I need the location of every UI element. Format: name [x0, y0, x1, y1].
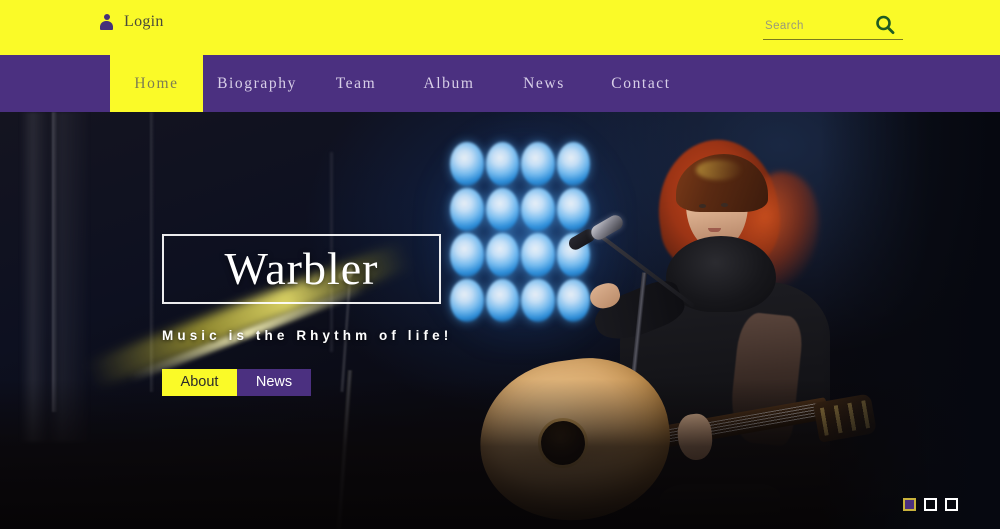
search-icon: [876, 15, 895, 35]
nav-item-contact[interactable]: Contact: [591, 55, 691, 112]
nav-list: Home Biography Team Album News Contact: [0, 55, 1000, 112]
hero-tagline: Music is the Rhythm of life!: [162, 328, 453, 343]
slider-dot-2[interactable]: [924, 498, 937, 511]
hero-title-box: Warbler: [162, 234, 441, 304]
hero-right-vignette: [820, 112, 1000, 529]
login-button[interactable]: Login: [100, 13, 164, 31]
person-icon: [100, 14, 113, 30]
nav-item-team[interactable]: Team: [311, 55, 401, 112]
login-label: Login: [124, 13, 164, 30]
search-button[interactable]: [873, 13, 897, 37]
slider-dot-3[interactable]: [945, 498, 958, 511]
nav-item-biography[interactable]: Biography: [203, 55, 311, 112]
nav-item-news[interactable]: News: [497, 55, 591, 112]
news-button[interactable]: News: [237, 369, 311, 396]
nav-item-album[interactable]: Album: [401, 55, 497, 112]
hero-banner: Warbler Music is the Rhythm of life! Abo…: [0, 112, 1000, 529]
about-button[interactable]: About: [162, 369, 237, 396]
stage-pole-left: [52, 112, 57, 412]
hero-button-group: About News: [162, 369, 452, 396]
slider-indicators: [903, 498, 958, 511]
search-input[interactable]: [765, 16, 865, 35]
search-bar: [763, 14, 903, 40]
top-bar: Login: [0, 0, 1000, 52]
slider-dot-1[interactable]: [903, 498, 916, 511]
main-navigation: Home Biography Team Album News Contact: [0, 52, 1000, 112]
nav-item-home[interactable]: Home: [110, 55, 203, 112]
band-homepage: Login Home Biography Team Album News Con…: [0, 0, 1000, 529]
hero-content: Warbler Music is the Rhythm of life! Abo…: [162, 234, 452, 396]
page-title: Warbler: [224, 243, 379, 294]
